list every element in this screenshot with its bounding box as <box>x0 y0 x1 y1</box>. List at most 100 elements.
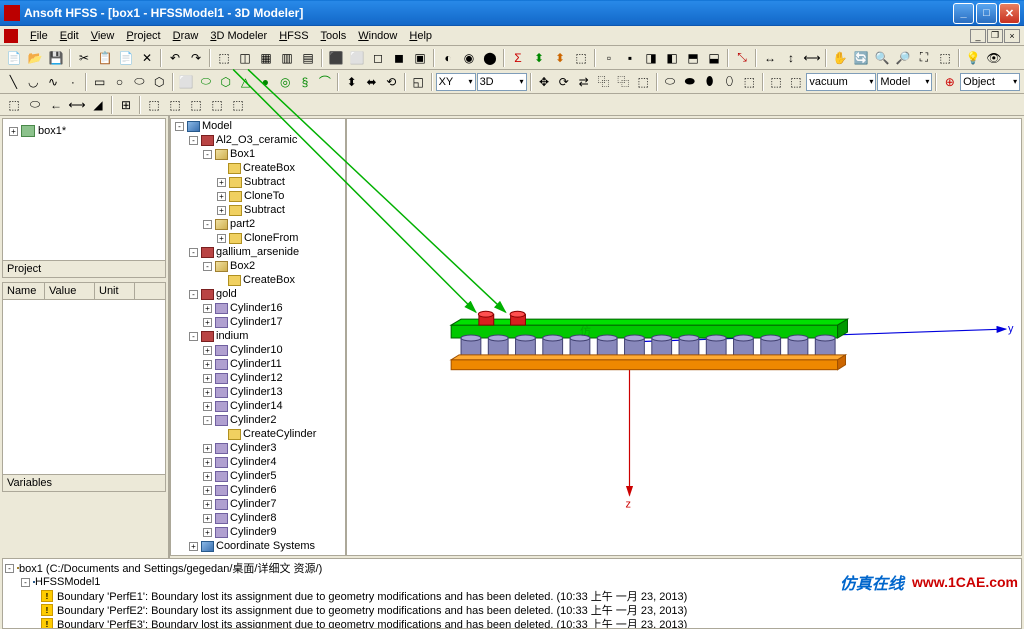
tree-cylinder17[interactable]: +Cylinder17 <box>171 315 345 329</box>
tree-cylinder10[interactable]: +Cylinder10 <box>171 343 345 357</box>
tree-clonefrom[interactable]: +CloneFrom <box>171 231 345 245</box>
close-button[interactable]: ✕ <box>999 3 1020 24</box>
tree-createbox[interactable]: CreateBox <box>171 161 345 175</box>
menu-view[interactable]: View <box>85 28 121 44</box>
sweep-tool[interactable]: ⬍ <box>342 72 361 92</box>
tb-btn-12[interactable]: ◉ <box>459 48 479 68</box>
move-tool[interactable]: ✥ <box>535 72 554 92</box>
tb3-4[interactable]: ⟷ <box>67 95 87 115</box>
tb-btn-13[interactable]: ⬤ <box>480 48 500 68</box>
snap-5[interactable]: ⬚ <box>228 95 248 115</box>
tb-btn-2[interactable]: ◫ <box>235 48 255 68</box>
light-button[interactable]: 💡 <box>963 48 983 68</box>
snap-3[interactable]: ⬚ <box>186 95 206 115</box>
menu-edit[interactable]: Edit <box>54 28 85 44</box>
child-restore[interactable]: ❐ <box>987 29 1003 43</box>
project-root-item[interactable]: + box1* <box>7 123 161 139</box>
tb3-5[interactable]: ◢ <box>88 95 108 115</box>
tb-btn-9[interactable]: ◼ <box>389 48 409 68</box>
tb-btn-14[interactable]: ⬚ <box>571 48 591 68</box>
tree-cylinder4[interactable]: +Cylinder4 <box>171 455 345 469</box>
snap-4[interactable]: ⬚ <box>207 95 227 115</box>
child-close[interactable]: × <box>1004 29 1020 43</box>
save-button[interactable]: 💾 <box>46 48 66 68</box>
col-name[interactable]: Name <box>3 283 45 299</box>
spline-tool[interactable]: ∿ <box>44 72 63 92</box>
tree-part2[interactable]: -part2 <box>171 217 345 231</box>
split-tool[interactable]: ⬯ <box>720 72 739 92</box>
tree-createcylinder[interactable]: CreateCylinder <box>171 427 345 441</box>
tb3-1[interactable]: ⬚ <box>4 95 24 115</box>
tree-cylinder11[interactable]: +Cylinder11 <box>171 357 345 371</box>
poly3d-tool[interactable]: ⬡ <box>216 72 235 92</box>
dup2-tool[interactable]: ⿻ <box>614 72 633 92</box>
material-dropdown[interactable]: vacuum <box>806 73 876 91</box>
copy-button[interactable]: 📋 <box>95 48 115 68</box>
tb-sigma[interactable]: Σ <box>508 48 528 68</box>
intersect-tool[interactable]: ⬮ <box>700 72 719 92</box>
col-value[interactable]: Value <box>45 283 95 299</box>
warning-row[interactable]: !Boundary 'PerfE3': Boundary lost its as… <box>5 617 1019 629</box>
undo-button[interactable]: ↶ <box>165 48 185 68</box>
imprint-tool[interactable]: ⬚ <box>740 72 759 92</box>
tb-btn-18[interactable]: ◧ <box>662 48 682 68</box>
tree-cloneto[interactable]: +CloneTo <box>171 189 345 203</box>
tree-al2-o3-ceramic[interactable]: -Al2_O3_ceramic <box>171 133 345 147</box>
tb-chart[interactable]: ⬍ <box>529 48 549 68</box>
tb-btn-4[interactable]: ▥ <box>277 48 297 68</box>
minimize-button[interactable]: _ <box>953 3 974 24</box>
plane-tool[interactable]: ◱ <box>409 72 428 92</box>
cut-button[interactable]: ✂ <box>74 48 94 68</box>
tree-subtract[interactable]: +Subtract <box>171 175 345 189</box>
tb-btn-6[interactable]: ⬛ <box>326 48 346 68</box>
maximize-button[interactable]: □ <box>976 3 997 24</box>
rect-tool[interactable]: ▭ <box>90 72 109 92</box>
tb-btn-16[interactable]: ▪ <box>620 48 640 68</box>
variables-tab[interactable]: Variables <box>3 474 165 491</box>
menu-help[interactable]: Help <box>403 28 438 44</box>
box-tool[interactable]: ⬜ <box>177 72 196 92</box>
tree-gallium-arsenide[interactable]: -gallium_arsenide <box>171 245 345 259</box>
unite-tool[interactable]: ⬭ <box>661 72 680 92</box>
redo-button[interactable]: ↷ <box>186 48 206 68</box>
paste-button[interactable]: 📄 <box>116 48 136 68</box>
pan-button[interactable]: ✋ <box>830 48 850 68</box>
grid-button[interactable]: ⊞ <box>116 95 136 115</box>
tree-box2[interactable]: -Box2 <box>171 259 345 273</box>
point-tool[interactable]: · <box>63 72 82 92</box>
menu-tools[interactable]: Tools <box>315 28 353 44</box>
target-icon[interactable]: ⊕ <box>940 72 959 92</box>
mode-dropdown[interactable]: 3D <box>477 73 527 91</box>
tb-btn-7[interactable]: ⬜ <box>347 48 367 68</box>
tb-btn-3[interactable]: ▦ <box>256 48 276 68</box>
tree-box1[interactable]: -Box1 <box>171 147 345 161</box>
tb3-2[interactable]: ⬭ <box>25 95 45 115</box>
mirror-tool[interactable]: ⇄ <box>574 72 593 92</box>
delete-button[interactable]: ✕ <box>137 48 157 68</box>
tb-measure-1[interactable]: ↔ <box>760 48 780 68</box>
model-dropdown[interactable]: Model <box>877 73 932 91</box>
project-tab[interactable]: Project <box>3 260 165 277</box>
3d-viewport[interactable]: y z 仿 <box>346 118 1022 556</box>
menu-file[interactable]: File <box>24 28 54 44</box>
subtract-tool[interactable]: ⬬ <box>680 72 699 92</box>
sphere-tool[interactable]: ● <box>256 72 275 92</box>
tb2-btn-b[interactable]: ⬚ <box>787 72 806 92</box>
cyl-tool[interactable]: ⬭ <box>196 72 215 92</box>
tb-btn-15[interactable]: ▫ <box>599 48 619 68</box>
tb-axis[interactable]: ⤡ <box>732 48 752 68</box>
zoom-out-button[interactable]: 🔎 <box>893 48 913 68</box>
zoom-sel-button[interactable]: ⬚ <box>935 48 955 68</box>
warning-row[interactable]: !Boundary 'PerfE2': Boundary lost its as… <box>5 603 1019 617</box>
snap-1[interactable]: ⬚ <box>144 95 164 115</box>
rotate-button[interactable]: 🔄 <box>851 48 871 68</box>
zoom-fit-button[interactable]: ⛶ <box>914 48 934 68</box>
menu-project[interactable]: Project <box>120 28 166 44</box>
rotate-tool[interactable]: ⟳ <box>554 72 573 92</box>
tb-btn-1[interactable]: ⬚ <box>214 48 234 68</box>
menu-3d-modeler[interactable]: 3D Modeler <box>204 28 273 44</box>
tb3-3[interactable]: ← <box>46 95 66 115</box>
tb-chart2[interactable]: ⬍ <box>550 48 570 68</box>
line-tool[interactable]: ╲ <box>4 72 23 92</box>
tb-btn-8[interactable]: ◻ <box>368 48 388 68</box>
